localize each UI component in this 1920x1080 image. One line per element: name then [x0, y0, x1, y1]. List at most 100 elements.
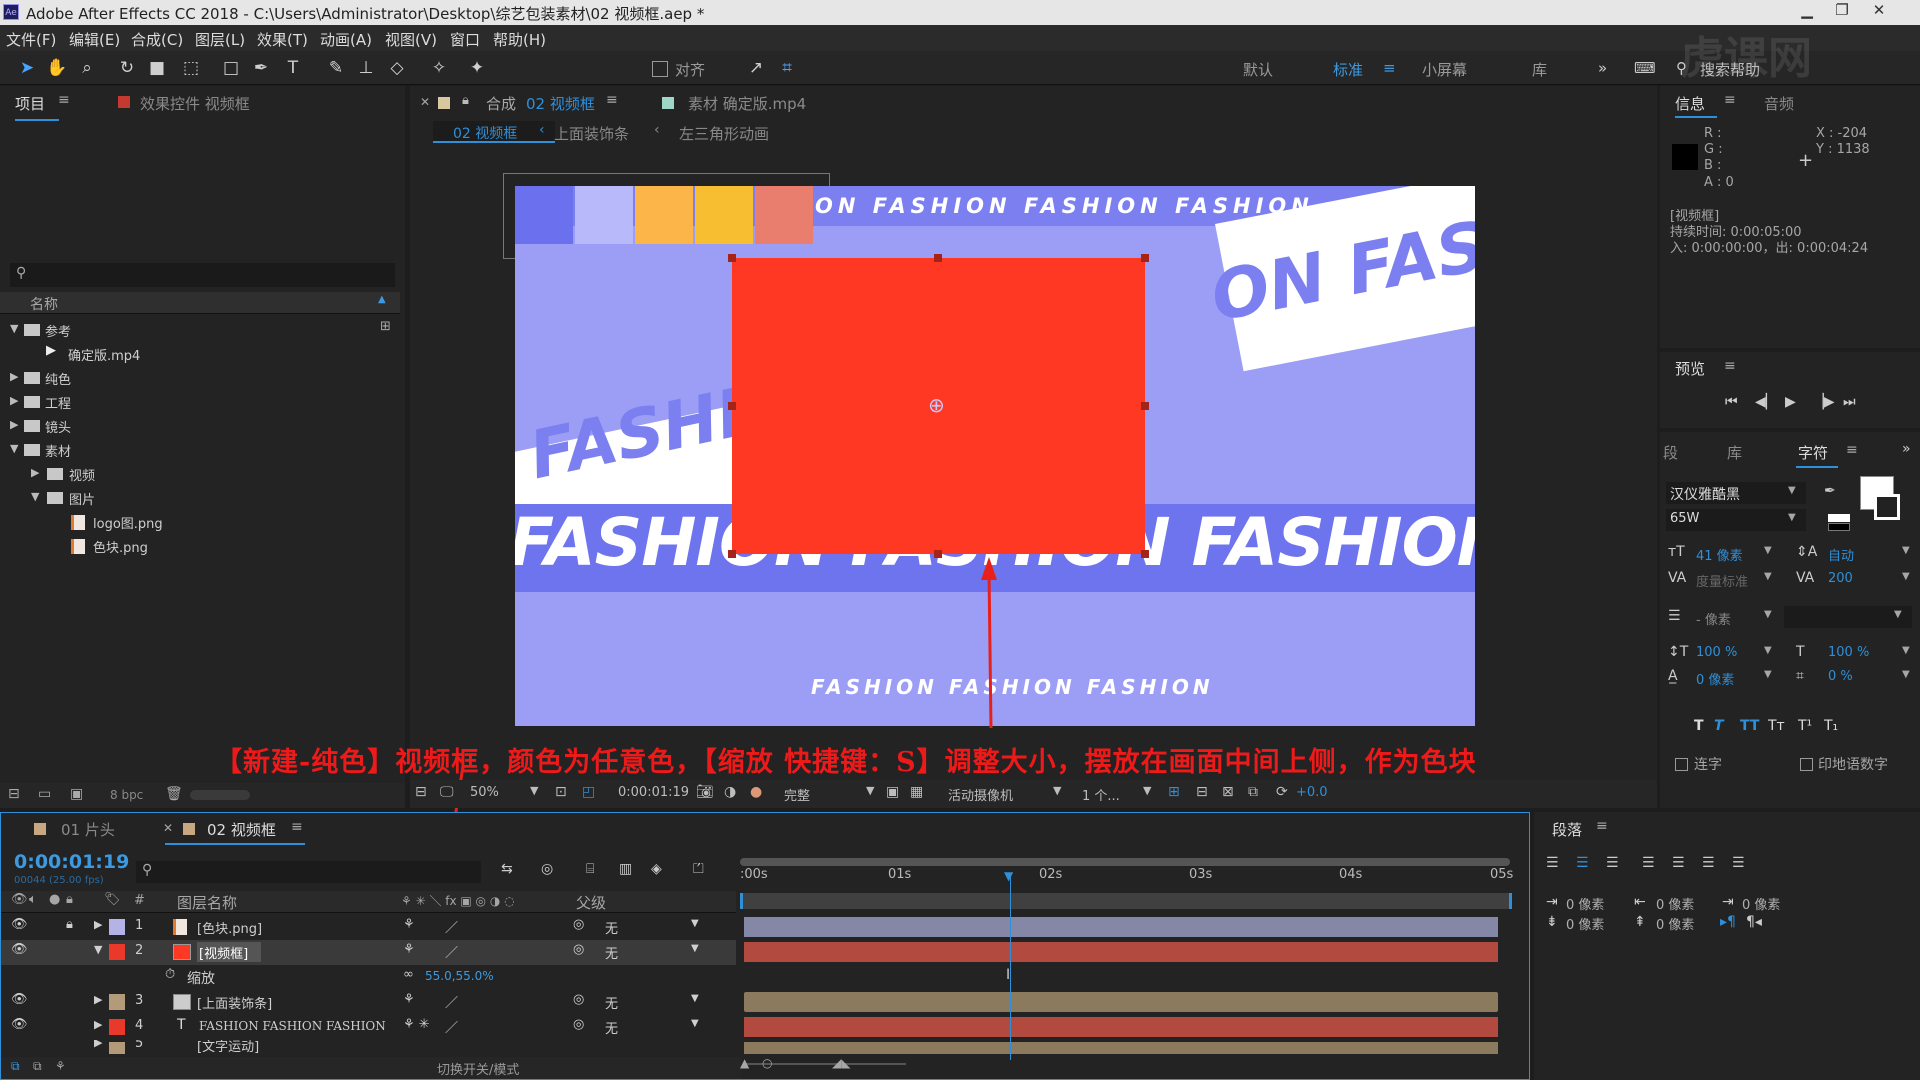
black-fill-icon[interactable]	[1828, 523, 1850, 531]
chevron-down-icon[interactable]: ▼	[1053, 784, 1061, 797]
quality-switch-icon[interactable]: ／	[445, 1017, 458, 1036]
breadcrumb-current[interactable]: 02 视频框 ‹	[433, 121, 555, 143]
breadcrumb-item[interactable]: 左三角形动画	[679, 123, 769, 144]
baseline-shift-value[interactable]: 0 像素	[1696, 669, 1734, 688]
expand-arrow-icon[interactable]: ▶	[94, 918, 102, 931]
lock-icon[interactable]: 🔒︎	[66, 892, 73, 907]
comp-mini-flowchart-icon[interactable]: ⇆	[501, 861, 513, 877]
constrain-proportions-icon[interactable]: ∞	[403, 967, 414, 982]
list-item[interactable]: ▶ 镜头	[0, 414, 400, 438]
list-item[interactable]: ▼ 参考 ⊞	[0, 318, 400, 342]
shy-switch-icon[interactable]: ⚘ ✳	[403, 1017, 430, 1032]
menu-help[interactable]: 帮助(H)	[493, 29, 546, 50]
grid-snap-icon[interactable]: ⌗	[776, 57, 798, 79]
zoom-in-icon[interactable]: ◢◣	[832, 1056, 850, 1070]
composition-canvas[interactable]: ON FASHION FASHION FASHION ◀◀ ◀ ON FASH …	[515, 186, 1475, 726]
region-icon[interactable]: ⊡	[555, 784, 567, 800]
list-item[interactable]: ▶ 工程	[0, 390, 400, 414]
eye-icon[interactable]: 👁︎	[11, 892, 28, 907]
faux-bold-icon[interactable]: T	[1694, 718, 1704, 734]
pick-whip-icon[interactable]: ◎	[573, 992, 584, 1007]
work-area-bar[interactable]	[740, 858, 1510, 866]
channel-icon[interactable]: ●	[750, 784, 762, 800]
more-workspaces-icon[interactable]: »	[1598, 59, 1607, 77]
tab-effect-controls[interactable]: 效果控件 视频框	[140, 93, 250, 114]
parent-select[interactable]: 无	[605, 993, 618, 1012]
parent-select[interactable]: 无	[605, 1018, 618, 1037]
expand-arrow-icon[interactable]: ▶	[94, 1040, 102, 1049]
workspace-standard[interactable]: 标准	[1333, 59, 1363, 80]
chevron-down-icon[interactable]: ▼	[1764, 571, 1772, 582]
align-center-icon[interactable]: ☰	[1576, 855, 1589, 871]
anchor-point-icon[interactable]: ⊕	[928, 393, 945, 417]
search-icon[interactable]: ⚲	[1676, 59, 1687, 77]
layer-bar[interactable]	[744, 917, 1498, 937]
quality-switch-icon[interactable]: ／	[445, 992, 458, 1011]
font-family-select[interactable]: 汉仪雅酷黑 ▼	[1666, 482, 1806, 504]
all-caps-icon[interactable]: TT	[1740, 718, 1759, 734]
last-frame-icon[interactable]: ⏭	[1843, 394, 1856, 410]
scale-value[interactable]: 55.0,55.0%	[425, 969, 494, 983]
subscript-icon[interactable]: T₁	[1824, 718, 1838, 734]
bpc-label[interactable]: 8 bpc	[110, 788, 143, 802]
show-snapshot-icon[interactable]: ◑	[724, 784, 736, 800]
hand-tool-icon[interactable]: ✋	[46, 57, 68, 79]
close-tab-icon[interactable]: ✕	[420, 95, 430, 109]
eyedropper-icon[interactable]: ✒	[1824, 483, 1836, 499]
tab-footage[interactable]: 素材 确定版.mp4	[688, 93, 806, 114]
project-search-input[interactable]	[10, 263, 395, 287]
menu-effect[interactable]: 效果(T)	[257, 29, 308, 50]
stopwatch-icon[interactable]: ⏱	[165, 967, 175, 982]
panel-menu-icon[interactable]: ≡	[606, 92, 618, 108]
column-layer-name[interactable]: 图层名称	[177, 892, 237, 913]
time-ruler[interactable]: :00s 01s 02s 03s 04s 05s	[740, 867, 1513, 887]
table-row[interactable]: 👁︎ ▶ 4 T FASHION FASHION FASHION ⚘ ✳ ／ ◎…	[1, 1015, 736, 1040]
align-right-icon[interactable]: ☰	[1606, 855, 1619, 871]
menu-edit[interactable]: 编辑(E)	[69, 29, 120, 50]
maximize-icon[interactable]: ❐	[1825, 0, 1859, 22]
exposure-value[interactable]: +0.0	[1296, 785, 1328, 800]
tab-audio[interactable]: 音频	[1764, 93, 1794, 114]
rtl-direction-icon[interactable]: ¶◂	[1746, 914, 1762, 930]
tab-comp-name[interactable]: 02 视频框	[526, 93, 595, 114]
video-frame-solid[interactable]: ⊕	[728, 254, 1149, 558]
list-item[interactable]: ▶ 纯色	[0, 366, 400, 390]
small-caps-icon[interactable]: Tт	[1768, 718, 1785, 734]
kerning-value[interactable]: 度量标准	[1696, 571, 1748, 590]
tab-preview[interactable]: 预览	[1675, 358, 1705, 379]
tab-01-intro[interactable]: 01 片头	[61, 819, 115, 840]
toggle-icon[interactable]: ⧉	[33, 1059, 42, 1074]
space-before-value[interactable]: 0 像素	[1566, 914, 1604, 933]
timeline-current-time[interactable]: 0:00:01:19	[14, 851, 129, 873]
chevron-down-icon[interactable]: ▼	[1902, 645, 1910, 656]
eye-icon[interactable]: 👁︎	[11, 917, 28, 932]
tab-info[interactable]: 信息	[1675, 93, 1705, 114]
list-item[interactable]: ▼ 素材	[0, 438, 400, 462]
close-tab-icon[interactable]: ✕	[163, 821, 173, 835]
transform-handle[interactable]	[934, 254, 942, 262]
lock-icon[interactable]: 🔒︎	[462, 93, 469, 108]
transparency-icon[interactable]: ▦	[910, 784, 923, 800]
toggle-icon[interactable]: ⚘	[55, 1059, 66, 1073]
justify-left-icon[interactable]: ☰	[1642, 855, 1655, 871]
interpret-footage-icon[interactable]: ⊟	[8, 786, 20, 802]
transform-handle[interactable]	[728, 254, 736, 262]
keyboard-icon[interactable]: ⌨	[1634, 59, 1656, 77]
layer-bar[interactable]	[744, 942, 1498, 962]
label-color[interactable]	[109, 1019, 125, 1035]
transform-handle[interactable]	[934, 550, 942, 558]
label-color[interactable]	[109, 919, 125, 935]
table-row[interactable]: 👁︎ ▶ 3 [上面装饰条] ⚘ ／ ◎ 无 ▼	[1, 990, 736, 1015]
chevron-down-icon[interactable]: ▼	[1902, 545, 1910, 556]
table-row[interactable]: ▶ 5 [文字运动]	[1, 1040, 736, 1054]
transform-handle[interactable]	[728, 550, 736, 558]
new-folder-icon[interactable]: ▭	[38, 786, 51, 802]
lock-icon[interactable]: 🔒︎	[66, 917, 73, 932]
region-of-interest-icon[interactable]: ▣	[886, 784, 899, 800]
font-size-value[interactable]: 41 像素	[1696, 545, 1743, 564]
transform-handle[interactable]	[1141, 550, 1149, 558]
expand-icon[interactable]: »	[1902, 441, 1911, 457]
workspace-default[interactable]: 默认	[1243, 59, 1273, 80]
display-icon[interactable]: 🖵︎	[440, 784, 454, 800]
layer-search-input[interactable]: ⚲	[136, 861, 481, 883]
